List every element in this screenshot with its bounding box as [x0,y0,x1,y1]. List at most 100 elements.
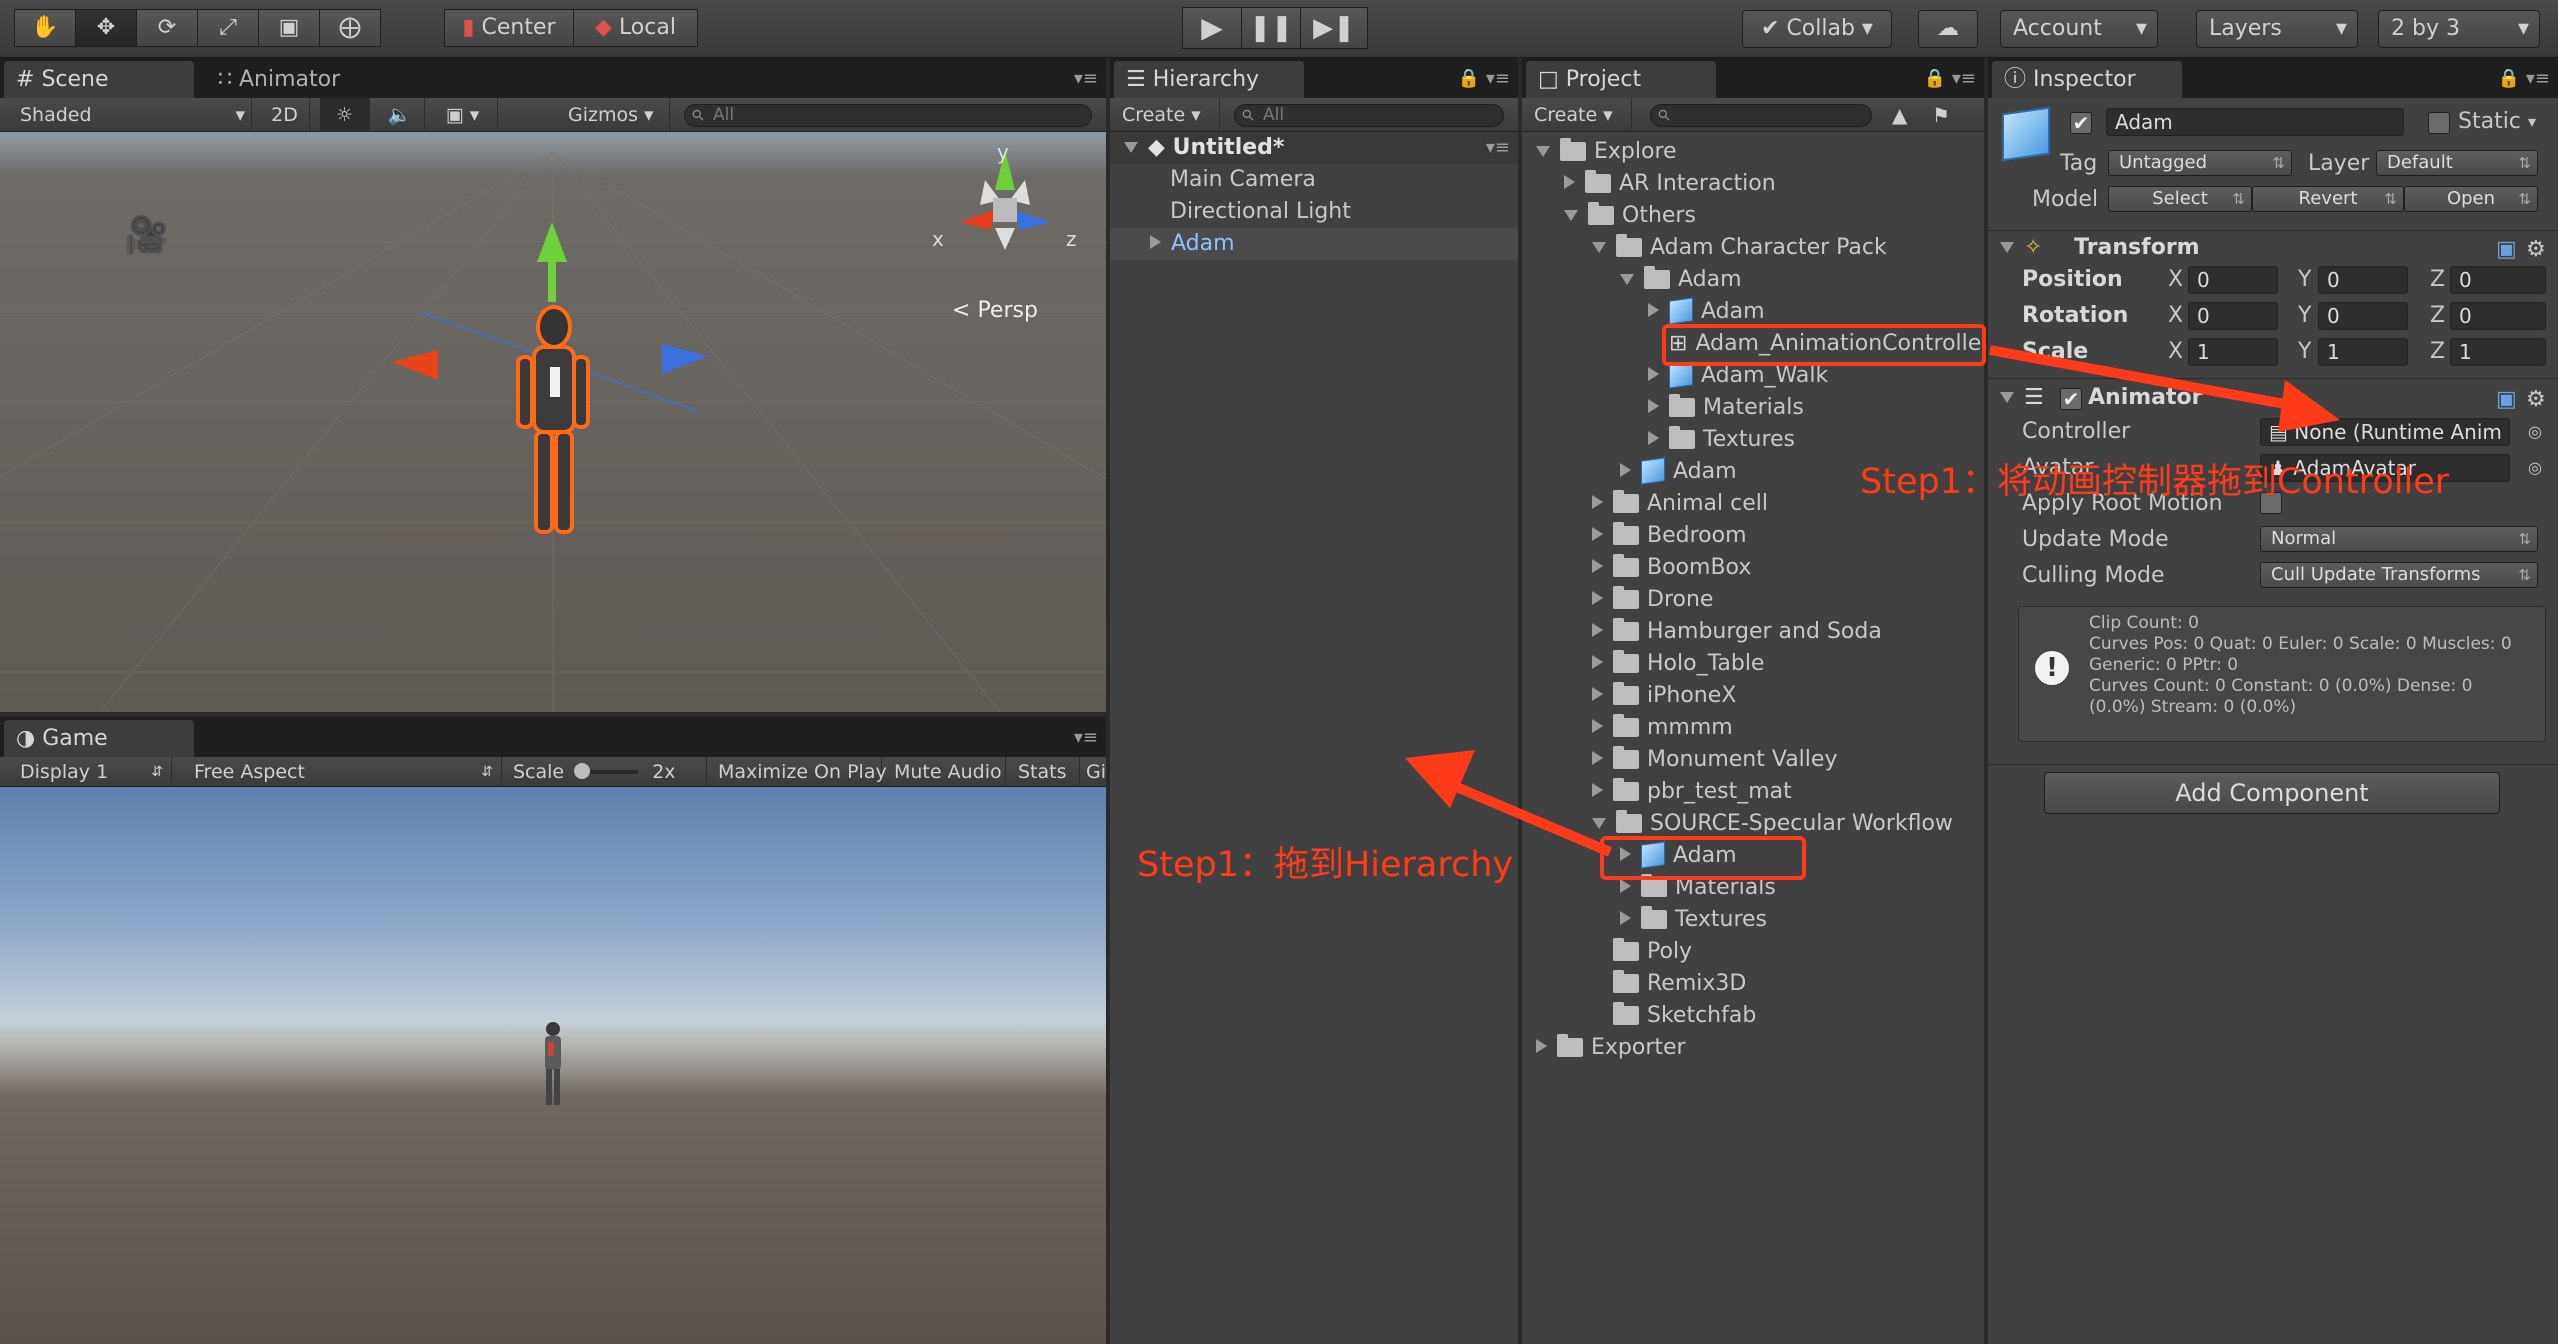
mute-audio-toggle[interactable]: Mute Audio [886,757,1006,787]
chevron-down-icon[interactable]: ▾ [2528,106,2536,138]
object-name-field[interactable]: Adam [2106,108,2404,136]
layout-dropdown[interactable]: 2 by 3 ▾ [2378,10,2540,48]
project-item[interactable]: Adam Character Pack [1592,232,1887,264]
active-checkbox[interactable]: ✔ [2070,112,2092,134]
scene-menu-icon[interactable]: ▾≡ [1486,132,1510,164]
add-component-button[interactable]: Add Component [2044,772,2500,814]
expand-arrow-icon[interactable] [1620,274,1634,285]
hierarchy-item-directional-light[interactable]: Directional Light [1170,196,1351,228]
project-item[interactable]: Drone [1592,584,1713,616]
expand-arrow-icon[interactable] [1648,303,1659,317]
project-create-dropdown[interactable]: Create ▾ [1522,98,1632,132]
scene-search-input[interactable]: All [684,104,1092,127]
model-open-button[interactable]: Open [2404,186,2538,212]
expand-arrow-icon[interactable] [1592,495,1603,509]
help-icon[interactable]: ▣ [2496,234,2517,266]
pause-button[interactable]: ❚❚ [1241,7,1301,49]
help-icon[interactable]: ▣ [2496,384,2517,416]
rotation-y-field[interactable]: 0 [2318,302,2408,330]
position-y-field[interactable]: 0 [2318,266,2408,294]
gear-icon[interactable]: ⚙ [2526,384,2546,416]
collapse-arrow-icon[interactable] [2000,242,2014,253]
expand-arrow-icon[interactable] [1150,235,1161,249]
scene-viewport[interactable]: 🎥 y x z < Persp [0,132,1106,712]
rotation-x-field[interactable]: 0 [2188,302,2278,330]
project-item[interactable]: Hamburger and Soda [1592,616,1882,648]
tab-hierarchy[interactable]: ☰ Hierarchy [1114,61,1304,98]
project-search-input[interactable] [1650,104,1872,127]
slider-track[interactable] [574,763,639,779]
aspect-dropdown[interactable]: Free Aspect ⇵ [182,757,502,787]
object-picker-icon[interactable]: ◎ [2528,416,2542,448]
scale-z-field[interactable]: 1 [2450,338,2546,366]
position-x-field[interactable]: 0 [2188,266,2278,294]
expand-arrow-icon[interactable] [1124,142,1138,153]
display-dropdown[interactable]: Display 1 ⇵ [0,757,172,787]
culling-mode-dropdown[interactable]: Cull Update Transforms [2260,562,2538,588]
maximize-on-play-toggle[interactable]: Maximize On Play [710,757,887,787]
expand-arrow-icon[interactable] [1536,1039,1547,1053]
update-mode-dropdown[interactable]: Normal [2260,526,2538,552]
hierarchy-search-input[interactable]: All [1234,104,1504,127]
expand-arrow-icon[interactable] [1648,367,1659,381]
expand-arrow-icon[interactable] [1592,783,1603,797]
cloud-button[interactable]: ☁ [1918,10,1978,48]
pivot-center-button[interactable]: ▮ Center [444,9,574,47]
2d-toggle[interactable]: 2D [260,98,310,132]
gizmos-toggle[interactable]: Gi [1078,757,1106,787]
move-tool-button[interactable]: ✥ [75,9,137,47]
expand-arrow-icon[interactable] [1648,431,1659,445]
tab-animator[interactable]: ∷ Animator [206,61,396,98]
project-item[interactable]: Monument Valley [1592,744,1837,776]
adam-character[interactable] [452,222,652,582]
tab-scene[interactable]: # Scene [4,61,194,98]
panel-menu-icon[interactable]: 🔒 ▾≡ [1458,68,1510,89]
play-button[interactable]: ▶ [1182,7,1242,49]
expand-arrow-icon[interactable] [1592,751,1603,765]
expand-arrow-icon[interactable] [1536,146,1550,157]
animator-enabled-checkbox[interactable]: ✔ [2060,388,2082,410]
tab-inspector[interactable]: ⓘ Inspector [1992,61,2182,98]
expand-arrow-icon[interactable] [1592,242,1606,253]
effects-dropdown[interactable]: ▣ ▾ [428,98,498,132]
slider-thumb[interactable] [574,763,591,779]
audio-toggle[interactable]: 🔈 [375,98,425,132]
model-revert-button[interactable]: Revert [2252,186,2404,212]
expand-arrow-icon[interactable] [1620,879,1631,893]
camera-gizmo-icon[interactable]: 🎥 [124,214,169,256]
project-item[interactable]: Adam [1620,264,1742,296]
project-item[interactable]: iPhoneX [1592,680,1736,712]
tab-project[interactable]: □ Project [1526,61,1716,98]
project-item[interactable]: Exporter [1536,1032,1686,1064]
layers-dropdown[interactable]: Layers ▾ [2196,10,2358,48]
expand-arrow-icon[interactable] [1592,559,1603,573]
expand-arrow-icon[interactable] [1592,623,1603,637]
filter-type-icon[interactable]: ▲ [1892,98,1907,132]
controller-field[interactable]: ▤ None (Runtime Anim [2260,418,2510,446]
project-item[interactable]: Holo_Table [1592,648,1764,680]
gizmos-dropdown[interactable]: Gizmos ▾ [560,98,670,132]
tab-game[interactable]: ◑ Game [4,720,194,757]
project-item[interactable]: mmmm [1592,712,1733,744]
scale-slider[interactable]: Scale 2x [505,757,707,787]
scale-y-field[interactable]: 1 [2318,338,2408,366]
scale-tool-button[interactable]: ⤢ [197,9,259,47]
expand-arrow-icon[interactable] [1592,591,1603,605]
position-z-field[interactable]: 0 [2450,266,2546,294]
step-button[interactable]: ▶❚ [1300,7,1368,49]
project-item[interactable]: pbr_test_mat [1592,776,1792,808]
tag-dropdown[interactable]: Untagged [2108,150,2292,176]
model-select-button[interactable]: Select [2108,186,2252,212]
scale-x-field[interactable]: 1 [2188,338,2278,366]
rotation-z-field[interactable]: 0 [2450,302,2546,330]
rotate-tool-button[interactable]: ⟳ [136,9,198,47]
game-viewport[interactable] [0,787,1106,1344]
transform-header[interactable]: ✧ Transform [2000,232,2200,264]
expand-arrow-icon[interactable] [1620,911,1631,925]
collapse-arrow-icon[interactable] [2000,392,2014,403]
hierarchy-item-adam[interactable]: Adam [1110,228,1518,260]
project-item[interactable]: Textures [1648,424,1795,456]
project-item[interactable]: Explore [1536,136,1677,168]
animator-header[interactable]: ☰ [2000,382,2044,414]
panel-menu-icon[interactable]: ▾≡ [1074,68,1098,89]
